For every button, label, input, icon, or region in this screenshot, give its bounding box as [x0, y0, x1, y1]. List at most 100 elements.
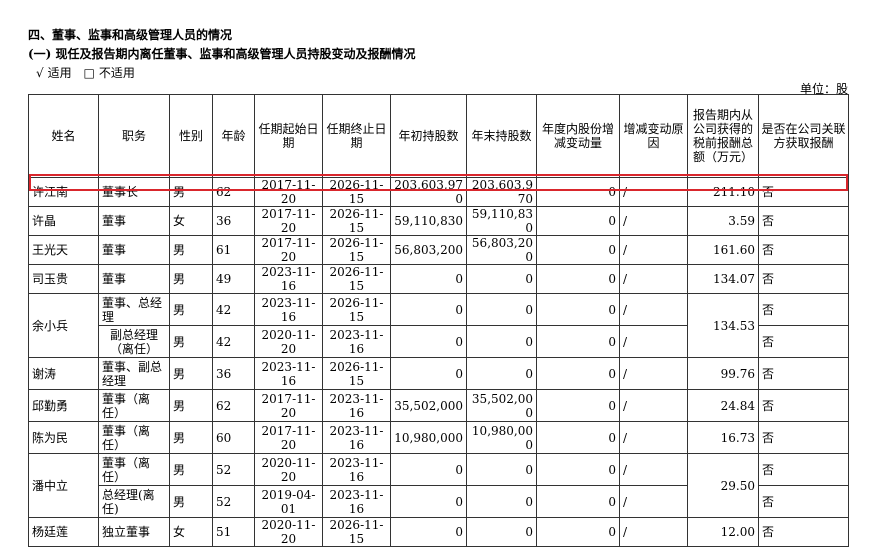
col-header-change: 年度内股份增减变动量 [536, 94, 620, 178]
cell-role: 副总经理（离任） [98, 325, 170, 358]
cell-change: 0 [536, 453, 620, 486]
applicability-options: √ 适用 □ 不适用 [36, 64, 143, 81]
cell-pay: 16.73 [687, 421, 759, 454]
cell-begin-shares: 0 [390, 485, 467, 518]
cell-age: 60 [212, 421, 255, 454]
not-applicable-checkbox: □ 不适用 [83, 66, 135, 80]
cell-end: 2026-11-15 [322, 235, 391, 265]
cell-end-shares: 59,110,830 [466, 206, 537, 236]
cell-related: 否 [758, 357, 849, 390]
cell-pay: 134.53 [687, 293, 759, 358]
table-row: 谢涛 董事、副总经理 男 36 2023-11-16 2026-11-15 0 … [28, 357, 849, 390]
cell-end: 2026-11-15 [322, 206, 391, 236]
cell-change: 0 [536, 517, 620, 547]
col-header-age: 年龄 [212, 94, 255, 178]
cell-reason: / [619, 293, 688, 326]
cell-age: 36 [212, 206, 255, 236]
table-row: 许晶 董事 女 36 2017-11-20 2026-11-15 59,110,… [28, 206, 849, 236]
subsection-heading: (一) 现任及报告期内离任董事、监事和高级管理人员持股变动及报酬情况 [28, 47, 416, 61]
cell-age: 52 [212, 485, 255, 518]
cell-start: 2023-11-16 [254, 357, 323, 390]
cell-end-shares: 0 [466, 517, 537, 547]
cell-end: 2023-11-16 [322, 421, 391, 454]
cell-sex: 男 [169, 293, 213, 326]
cell-reason: / [619, 206, 688, 236]
cell-reason: / [619, 453, 688, 486]
cell-change: 0 [536, 293, 620, 326]
cell-role: 董事（离任） [98, 389, 170, 422]
col-header-end: 任期终止日期 [322, 94, 391, 178]
cell-pay: 134.07 [687, 264, 759, 294]
cell-start: 2023-11-16 [254, 293, 323, 326]
cell-name: 许江南 [28, 177, 99, 207]
cell-end: 2026-11-15 [322, 177, 391, 207]
cell-end: 2023-11-16 [322, 325, 391, 358]
cell-change: 0 [536, 235, 620, 265]
cell-related: 否 [758, 177, 849, 207]
cell-change: 0 [536, 357, 620, 390]
cell-begin-shares: 0 [390, 264, 467, 294]
cell-reason: / [619, 517, 688, 547]
cell-pay: 24.84 [687, 389, 759, 422]
cell-change: 0 [536, 206, 620, 236]
col-header-name: 姓名 [28, 94, 99, 178]
cell-name: 陈为民 [28, 421, 99, 454]
cell-change: 0 [536, 325, 620, 358]
cell-role: 董事长 [98, 177, 170, 207]
cell-related: 否 [758, 421, 849, 454]
header-row: 姓名 职务 性别 年龄 任期起始日期 任期终止日期 年初持股数 年末持股数 年度… [28, 94, 849, 178]
cell-role: 董事 [98, 206, 170, 236]
table-row: 余小兵 董事、总经理 男 42 2023-11-16 2026-11-15 0 … [28, 293, 849, 358]
cell-end: 2023-11-16 [322, 389, 391, 422]
cell-start: 2017-11-20 [254, 206, 323, 236]
cell-end-shares: 10,980,000 [466, 421, 537, 454]
cell-begin-shares: 0 [390, 453, 467, 486]
cell-role: 董事、总经理 [98, 293, 170, 326]
cell-sex: 男 [169, 485, 213, 518]
cell-sex: 男 [169, 357, 213, 390]
col-header-related: 是否在公司关联方获取报酬 [758, 94, 849, 178]
table-row: 王光天 董事 男 61 2017-11-20 2026-11-15 56,803… [28, 235, 849, 265]
cell-begin-shares: 0 [390, 293, 467, 326]
cell-age: 42 [212, 325, 255, 358]
cell-start: 2019-04-01 [254, 485, 323, 518]
cell-age: 62 [212, 389, 255, 422]
cell-begin-shares: 10,980,000 [390, 421, 467, 454]
col-header-role: 职务 [98, 94, 170, 178]
cell-age: 42 [212, 293, 255, 326]
cell-role: 董事（离任） [98, 421, 170, 454]
cell-change: 0 [536, 264, 620, 294]
cell-sex: 男 [169, 389, 213, 422]
col-header-pay: 报告期内从公司获得的税前报酬总额（万元） [687, 94, 759, 178]
cell-sex: 男 [169, 421, 213, 454]
cell-start: 2017-11-20 [254, 235, 323, 265]
cell-role: 董事、副总经理 [98, 357, 170, 390]
cell-end-shares: 203,603,970 [466, 177, 537, 207]
cell-begin-shares: 203,603,970 [390, 177, 467, 207]
cell-begin-shares: 0 [390, 517, 467, 547]
col-header-reason: 增减变动原因 [619, 94, 688, 178]
cell-end-shares: 35,502,000 [466, 389, 537, 422]
cell-end-shares: 0 [466, 357, 537, 390]
cell-sex: 男 [169, 177, 213, 207]
cell-age: 62 [212, 177, 255, 207]
cell-change: 0 [536, 389, 620, 422]
cell-end: 2026-11-15 [322, 264, 391, 294]
cell-begin-shares: 35,502,000 [390, 389, 467, 422]
col-header-begin-shares: 年初持股数 [390, 94, 467, 178]
cell-name: 潘中立 [28, 453, 99, 518]
cell-start: 2020-11-20 [254, 517, 323, 547]
cell-change: 0 [536, 485, 620, 518]
cell-reason: / [619, 421, 688, 454]
cell-sex: 女 [169, 206, 213, 236]
cell-begin-shares: 0 [390, 357, 467, 390]
applicable-checked-mark: √ 适用 [36, 66, 72, 80]
cell-related: 否 [758, 389, 849, 422]
cell-name: 司玉贵 [28, 264, 99, 294]
cell-end: 2023-11-16 [322, 453, 391, 486]
cell-name: 许晶 [28, 206, 99, 236]
cell-related: 否 [758, 206, 849, 236]
cell-reason: / [619, 357, 688, 390]
cell-sex: 女 [169, 517, 213, 547]
cell-pay: 211.10 [687, 177, 759, 207]
